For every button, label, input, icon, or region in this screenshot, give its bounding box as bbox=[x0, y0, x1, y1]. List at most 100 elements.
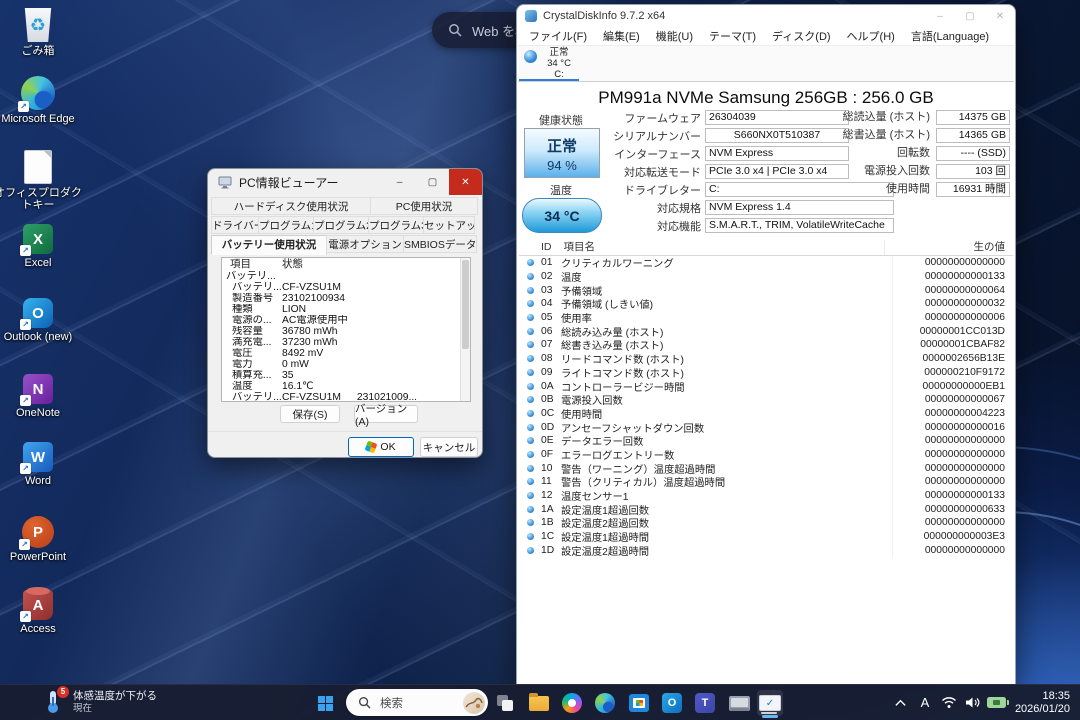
battery-info-row[interactable]: 製造番号 23102100934 bbox=[222, 293, 470, 304]
battery-info-row[interactable]: 電圧 8492 mV bbox=[222, 348, 470, 359]
battery-button[interactable] bbox=[985, 690, 1009, 716]
desktop-icon-recycle-bin[interactable]: ごみ箱 bbox=[0, 8, 86, 57]
titlebar[interactable]: CrystalDiskInfo 9.7.2 x64 – ▢ ✕ bbox=[517, 5, 1015, 27]
taskbar-clock[interactable]: 18:35 2026/01/20 bbox=[1015, 690, 1070, 716]
tab-battery-usage[interactable]: バッテリー使用状況 bbox=[211, 235, 327, 255]
maximize-button[interactable]: ▢ bbox=[416, 169, 449, 195]
menu-item[interactable]: ディスク(D) bbox=[764, 28, 839, 44]
maximize-button[interactable]: ▢ bbox=[955, 5, 985, 27]
smart-raw-value: 000000000003E3 bbox=[892, 530, 1013, 544]
battery-info-list[interactable]: 項目 状態 バッテリ... バッテリ... CF-VZSU1M bbox=[221, 257, 471, 402]
desktop-icon-onenote[interactable]: OneNote bbox=[0, 374, 86, 419]
teams-button[interactable] bbox=[692, 690, 718, 716]
smart-row[interactable]: 10 警告（ワーニング）温度超過時間 00000000000000 bbox=[519, 461, 1013, 475]
desktop-icon-excel[interactable]: Excel bbox=[0, 224, 86, 269]
volume-button[interactable] bbox=[961, 690, 985, 716]
ime-mode-indicator[interactable]: A bbox=[913, 690, 937, 716]
smart-row[interactable]: 0F エラーログエントリー数 00000000000000 bbox=[519, 448, 1013, 462]
desktop-icon-access[interactable]: Access bbox=[0, 590, 86, 635]
disk-field-row: 回転数---- (SSD) bbox=[518, 145, 1014, 163]
search-highlight-image[interactable] bbox=[463, 692, 485, 714]
tab-setup[interactable]: セットアップ bbox=[423, 216, 475, 234]
close-button[interactable]: ✕ bbox=[985, 5, 1015, 27]
file-explorer-button[interactable] bbox=[526, 690, 552, 716]
desktop-icon-word[interactable]: Word bbox=[0, 442, 86, 487]
drive-tab-c[interactable]: 正常 34 °C C: bbox=[518, 46, 580, 81]
titlebar[interactable]: PC情報ビューアー – ▢ ✕ bbox=[208, 169, 482, 195]
menu-item[interactable]: 機能(U) bbox=[648, 28, 701, 44]
scrollbar-thumb[interactable] bbox=[462, 260, 469, 349]
weather-widget[interactable]: 5 体感温度が下がる 現在 bbox=[42, 689, 157, 715]
desktop-icon-outlook[interactable]: Outlook (new) bbox=[0, 298, 86, 343]
desktop-icon-office-product-key[interactable]: オフィスプロダクトキー bbox=[0, 150, 86, 211]
smart-row[interactable]: 09 ライトコマンド数 (ホスト) 000000210F9172 bbox=[519, 366, 1013, 380]
battery-info-row[interactable]: 残容量 36780 mWh bbox=[222, 326, 470, 337]
smart-row[interactable]: 0E データエラー回数 00000000000000 bbox=[519, 434, 1013, 448]
battery-info-row[interactable]: 積算充... 35 bbox=[222, 370, 470, 381]
scrollbar[interactable] bbox=[460, 258, 470, 401]
outlook-button[interactable] bbox=[659, 690, 685, 716]
smart-row[interactable]: 01 クリティカルワーニング 00000000000000 bbox=[519, 256, 1013, 270]
smart-row[interactable]: 04 予備領域 (しきい値) 00000000000032 bbox=[519, 297, 1013, 311]
smart-row[interactable]: 05 使用率 00000000000006 bbox=[519, 311, 1013, 325]
pc-info-viewer-taskbar-button[interactable] bbox=[757, 690, 783, 716]
smart-row[interactable]: 1B 設定温度2超過回数 00000000000000 bbox=[519, 516, 1013, 530]
smart-row[interactable]: 1C 設定温度1超過時間 000000000003E3 bbox=[519, 530, 1013, 544]
desktop-icon-powerpoint[interactable]: PowerPoint bbox=[0, 516, 86, 563]
smart-row[interactable]: 0B 電源投入回数 00000000000067 bbox=[519, 393, 1013, 407]
hidden-icons-chevron[interactable] bbox=[889, 690, 913, 716]
edge-button[interactable] bbox=[592, 690, 618, 716]
desktop-icon-edge[interactable]: Microsoft Edge bbox=[0, 76, 86, 125]
smart-row[interactable]: 0D アンセーフシャットダウン回数 00000000000016 bbox=[519, 420, 1013, 434]
smart-row[interactable]: 0C 使用時間 00000000004223 bbox=[519, 407, 1013, 421]
tab-power-options[interactable]: 電源オプション bbox=[326, 235, 404, 253]
battery-info-row[interactable]: 満充電... 37230 mWh bbox=[222, 337, 470, 348]
close-button[interactable]: ✕ bbox=[449, 169, 482, 195]
task-view-button[interactable] bbox=[492, 690, 518, 716]
tab-program2[interactable]: プログラム2 bbox=[313, 216, 369, 234]
smart-row[interactable]: 11 警告（クリティカル）温度超過時間 00000000000000 bbox=[519, 475, 1013, 489]
smart-row[interactable]: 06 総読み込み量 (ホスト) 00000001CC013D bbox=[519, 324, 1013, 338]
ok-button[interactable]: OK bbox=[348, 437, 414, 457]
minimize-button[interactable]: – bbox=[925, 5, 955, 27]
battery-item-value: 8492 mV bbox=[282, 348, 323, 359]
wifi-button[interactable] bbox=[937, 690, 961, 716]
battery-info-row[interactable]: バッテリ... CF-VZSU1M bbox=[222, 282, 470, 293]
tab-harddisk-usage[interactable]: ハードディスク使用状況 bbox=[211, 197, 371, 215]
smart-row[interactable]: 02 温度 00000000000133 bbox=[519, 270, 1013, 284]
outlook-icon bbox=[23, 298, 53, 328]
battery-info-row[interactable]: 種類 LION bbox=[222, 304, 470, 315]
battery-info-row[interactable]: バッテリ... bbox=[222, 271, 470, 282]
tab-program1[interactable]: プログラム1 bbox=[258, 216, 314, 234]
devices-tool-button[interactable] bbox=[726, 690, 752, 716]
smart-row[interactable]: 12 温度センサー1 00000000000133 bbox=[519, 489, 1013, 503]
tab-smbios-data[interactable]: SMBIOSデータ bbox=[403, 235, 477, 253]
smart-row[interactable]: 03 予備領域 00000000000064 bbox=[519, 283, 1013, 297]
battery-info-row[interactable]: 電源の... AC電源使用中 bbox=[222, 315, 470, 326]
menu-item[interactable]: 編集(E) bbox=[595, 28, 648, 44]
tab-pc-usage[interactable]: PC使用状況 bbox=[370, 197, 478, 215]
menu-item[interactable]: ヘルプ(H) bbox=[839, 28, 903, 44]
smart-row[interactable]: 0A コントローラービジー時間 00000000000EB1 bbox=[519, 379, 1013, 393]
version-button[interactable]: バージョン(A) bbox=[354, 405, 418, 423]
menu-item[interactable]: 言語(Language) bbox=[903, 28, 997, 44]
taskbar-search-box[interactable]: 検索 bbox=[346, 689, 488, 716]
battery-info-row[interactable]: 温度 16.1℃ bbox=[222, 381, 470, 392]
battery-info-row[interactable]: バッテリ... CF-VZSU1M 231021009... bbox=[222, 392, 470, 402]
menu-item[interactable]: ファイル(F) bbox=[521, 28, 595, 44]
smart-row[interactable]: 08 リードコマンド数 (ホスト) 0000002656B13E bbox=[519, 352, 1013, 366]
battery-info-row[interactable]: 電力 0 mW bbox=[222, 359, 470, 370]
smart-row[interactable]: 1D 設定温度2超過時間 00000000000000 bbox=[519, 543, 1013, 557]
cancel-button[interactable]: キャンセル bbox=[420, 437, 478, 457]
microsoft-store-button[interactable] bbox=[626, 690, 652, 716]
tab-driver[interactable]: ドライバー bbox=[211, 216, 259, 234]
copilot-button[interactable] bbox=[559, 690, 585, 716]
menu-item[interactable]: テーマ(T) bbox=[701, 28, 764, 44]
tab-program3[interactable]: プログラム3 bbox=[368, 216, 424, 234]
save-button[interactable]: 保存(S) bbox=[280, 405, 340, 423]
smart-row[interactable]: 07 総書き込み量 (ホスト) 00000001CBAF82 bbox=[519, 338, 1013, 352]
smart-row[interactable]: 1A 設定温度1超過回数 00000000000633 bbox=[519, 502, 1013, 516]
start-button[interactable] bbox=[312, 690, 338, 716]
minimize-button[interactable]: – bbox=[383, 169, 416, 195]
field-label: 電源投入回数 bbox=[864, 163, 930, 180]
